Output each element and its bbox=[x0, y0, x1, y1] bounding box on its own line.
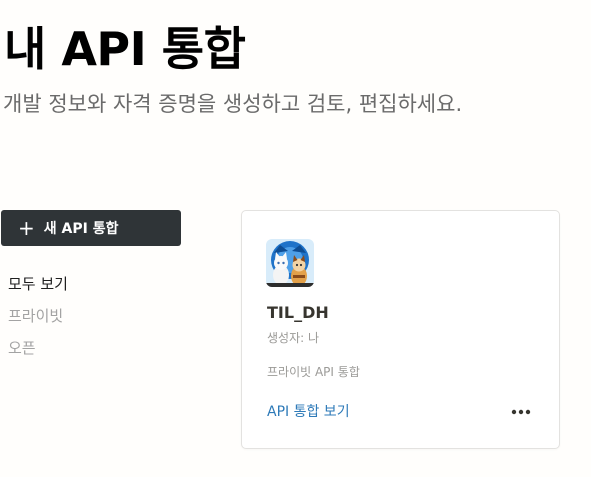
filter-private[interactable]: 프라이빗 bbox=[8, 302, 68, 334]
page-subtitle: 개발 정보와 자격 증명을 생성하고 검토, 편집하세요. bbox=[3, 92, 463, 116]
integration-name: TIL_DH bbox=[267, 303, 329, 322]
plus-icon: + bbox=[18, 216, 35, 240]
integration-card[interactable]: TIL_DH 생성자: 나 프라이빗 API 통합 API 통합 보기 bbox=[241, 210, 560, 449]
new-api-integration-button[interactable]: + 새 API 통합 bbox=[1, 210, 181, 246]
filter-all[interactable]: 모두 보기 bbox=[8, 270, 68, 302]
filter-public[interactable]: 오픈 bbox=[8, 334, 68, 366]
more-options-icon[interactable] bbox=[510, 401, 532, 423]
page-title: 내 API 통합 bbox=[4, 22, 246, 76]
view-integration-link[interactable]: API 통합 보기 bbox=[267, 401, 350, 421]
new-api-integration-label: 새 API 통합 bbox=[43, 221, 119, 237]
cats-avatar-icon bbox=[266, 239, 314, 287]
filter-list: 모두 보기 프라이빗 오픈 bbox=[8, 270, 68, 366]
integration-type: 프라이빗 API 통합 bbox=[267, 365, 360, 379]
integration-creator: 생성자: 나 bbox=[267, 331, 320, 345]
